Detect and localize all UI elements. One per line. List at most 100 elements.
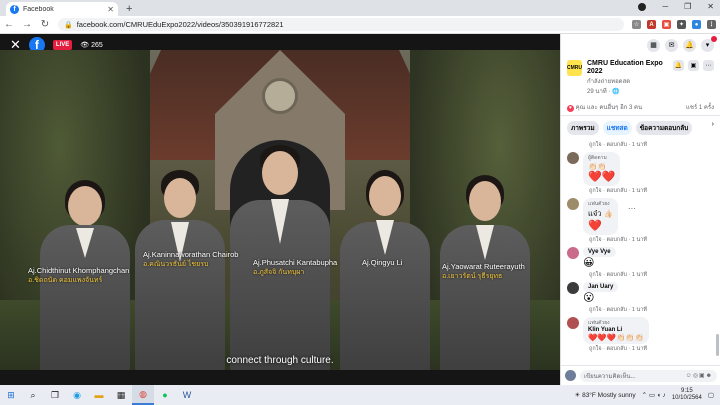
reload-icon[interactable]: ↻ xyxy=(40,19,50,30)
comment-bubble: Jan Uary xyxy=(583,282,619,292)
extension-icon[interactable]: ▣ xyxy=(662,20,671,29)
comment-emoji: ❤️❤️ xyxy=(588,171,616,183)
forward-icon[interactable]: → xyxy=(22,19,32,30)
clock-time: 9:15 xyxy=(680,388,693,394)
facebook-favicon-icon: f xyxy=(10,4,19,14)
tab-close-icon[interactable]: ✕ xyxy=(107,5,114,14)
avatar[interactable] xyxy=(567,317,579,329)
edge-icon[interactable]: ◉ xyxy=(66,385,88,405)
apps-grid-icon[interactable]: ▦ xyxy=(647,38,660,52)
comment-bubble: Vye Vye xyxy=(583,247,616,257)
page-actions: 🔔 ▣ ⋯ xyxy=(673,60,714,96)
profile-icon[interactable] xyxy=(638,3,647,11)
line-icon[interactable]: ● xyxy=(154,385,176,405)
pdf-extension-icon[interactable]: A xyxy=(647,20,656,29)
video-frame: Aj.Chidthinut Khomphangchan อ.ชิดถนัด คอ… xyxy=(0,50,560,370)
comment-role: แฟนตัวยง xyxy=(588,320,610,326)
comment-author[interactable]: Vye Vye xyxy=(588,249,611,255)
comment-emoji: 😀 xyxy=(583,257,595,269)
avatar[interactable] xyxy=(567,247,579,259)
tab-replies[interactable]: ข้อความตอบกลับ xyxy=(635,121,693,135)
messenger-icon[interactable]: ✉ xyxy=(665,38,678,52)
weather-widget[interactable]: ☀ 83°F Mostly sunny xyxy=(574,391,635,399)
windows-start-icon[interactable]: ⊞ xyxy=(0,385,22,405)
clock-date: 10/10/2564 xyxy=(671,395,702,401)
comment-options-icon[interactable]: ⋯ xyxy=(628,204,636,213)
save-icon[interactable]: ▣ xyxy=(688,60,699,71)
live-badge: LIVE xyxy=(52,40,73,50)
store-icon[interactable]: ▦ xyxy=(110,385,132,405)
notifications-icon[interactable]: 🔔 xyxy=(683,38,696,52)
comment-content: Jan Uary 😮 xyxy=(583,282,619,305)
heart-reaction-icon: ♥ xyxy=(567,105,574,112)
tray-icons[interactable]: ⌃ ▭ ◖ ♪ xyxy=(642,391,666,399)
chrome-icon[interactable]: ◍ xyxy=(132,385,154,405)
building-emblem xyxy=(262,78,298,114)
tab-live-chat[interactable]: แชทสด xyxy=(602,121,632,135)
url-input[interactable]: 🔒 facebook.com/CMRUEduExpo2022/videos/35… xyxy=(58,18,624,31)
name-tag-3: Aj.Phusatchi Kantabupha อ.ภูสัจจิ กันทบุ… xyxy=(253,258,337,278)
comment-3: Vye Vye 😀 xyxy=(567,247,714,270)
comment-bubble: ผู้ติดตาม 👏🏻👏🏻 ❤️❤️ xyxy=(583,152,621,186)
avatar[interactable] xyxy=(567,198,579,210)
side-panel: ▦ ✉ 🔔 ▾ CMRU CMRU Education Expo 2022 กำ… xyxy=(560,34,720,385)
account-avatar-icon[interactable]: ● xyxy=(692,20,701,29)
viewer-count-value: 265 xyxy=(91,42,103,49)
name-tag-5: Aj.Yaowarat Ruteerayuth อ.เยาวรัตน์ รุธี… xyxy=(442,262,525,282)
new-tab-icon[interactable]: + xyxy=(126,3,132,15)
url-text: facebook.com/CMRUEduExpo2022/videos/3503… xyxy=(76,20,284,29)
file-explorer-icon[interactable]: ▬ xyxy=(88,385,110,405)
restore-icon[interactable]: ❐ xyxy=(684,2,691,11)
name-tag-4: Aj.Qingyu Li xyxy=(362,258,402,267)
share-count[interactable]: แชร์ 1 ครั้ง xyxy=(686,102,714,112)
notification-badge xyxy=(711,35,717,42)
page-logo[interactable]: CMRU xyxy=(567,60,582,76)
avatar[interactable] xyxy=(567,152,579,164)
comment-input[interactable]: เขียนความคิดเห็น... ☺◎▣☻ xyxy=(580,369,717,382)
comment-bubble: แฟนตัวยง แจ๋ว 👍🏻 ❤️ xyxy=(583,198,618,235)
extensions-row: ☆ A ▣ ✦ ● ⋮ xyxy=(632,20,716,29)
video-player[interactable]: ✕ f LIVE 👁 265 Aj.Chidthinut Khomphangch… xyxy=(0,34,560,385)
chevron-right-icon[interactable]: › xyxy=(712,121,714,135)
comment-meta: ถูกใจ · ตอบกลับ · 1 นาที xyxy=(589,272,647,278)
system-tray: ☀ 83°F Mostly sunny ⌃ ▭ ◖ ♪ 9:15 10/10/2… xyxy=(574,388,720,402)
reactions-summary[interactable]: ♥ คุณ และ คนอื่นๆ อีก 3 คน xyxy=(567,102,642,112)
avatar[interactable] xyxy=(567,282,579,294)
reactions-row: ♥ คุณ และ คนอื่นๆ อีก 3 คน แชร์ 1 ครั้ง xyxy=(561,96,720,116)
browser-tab-facebook[interactable]: f Facebook ✕ xyxy=(6,2,118,16)
minimize-icon[interactable]: ─ xyxy=(662,2,668,11)
comment-composer: เขียนความคิดเห็น... ☺◎▣☻ xyxy=(561,365,720,385)
tab-overview[interactable]: ภาพรวม xyxy=(567,121,599,135)
account-menu-icon[interactable]: ▾ xyxy=(701,35,717,52)
page-info: CMRU Education Expo 2022 กำลังถ่ายทอดสด … xyxy=(587,60,668,96)
close-window-icon[interactable]: ✕ xyxy=(707,2,714,11)
name-th-1: อ.ชิดถนัด คอมแพงจันทร์ xyxy=(28,277,103,284)
back-icon[interactable]: ← xyxy=(4,19,14,30)
comment-list: ถูกใจ · ตอบกลับ · 1 นาที ผู้ติดตาม 👏🏻👏🏻 … xyxy=(561,141,720,353)
comment-author[interactable]: Jan Uary xyxy=(588,284,613,290)
comment-placeholder: เขียนความคิดเห็น... xyxy=(584,373,636,380)
panel-scrollbar[interactable] xyxy=(716,334,719,356)
word-icon[interactable]: W xyxy=(176,385,198,405)
comment-emoji: ❤️ xyxy=(588,220,602,232)
clock[interactable]: 9:15 10/10/2564 xyxy=(672,388,702,402)
person-2 xyxy=(135,170,225,370)
comment-meta: ถูกใจ · ตอบกลับ · 1 นาที xyxy=(589,237,647,243)
search-icon[interactable]: ⌕ xyxy=(22,385,44,405)
bell-icon[interactable]: 🔔 xyxy=(673,60,684,71)
more-options-icon[interactable]: ⋯ xyxy=(703,60,714,71)
puzzle-icon[interactable]: ✦ xyxy=(677,20,686,29)
notification-center-icon[interactable]: ▢ xyxy=(708,391,714,399)
reactions-text: คุณ และ คนอื่นๆ อีก 3 คน xyxy=(575,105,643,111)
comment-4: Jan Uary 😮 xyxy=(567,282,714,305)
comment-meta: ถูกใจ · ตอบกลับ · 1 นาที xyxy=(589,346,647,352)
composer-tools[interactable]: ☺◎▣☻ xyxy=(686,372,713,379)
bookmark-star-icon[interactable]: ☆ xyxy=(632,20,641,29)
task-view-icon[interactable]: ❐ xyxy=(44,385,66,405)
name-en-2: Aj.Kaninnaworathan Chairob xyxy=(143,250,239,259)
page-name[interactable]: CMRU Education Expo 2022 xyxy=(587,60,668,76)
menu-icon[interactable]: ⋮ xyxy=(707,20,716,29)
name-en-1: Aj.Chidthinut Khomphangchan xyxy=(28,266,130,275)
panel-tabs: ภาพรวม แชทสด ข้อความตอบกลับ › xyxy=(561,116,720,140)
viewer-count: 👁 265 xyxy=(80,42,103,49)
